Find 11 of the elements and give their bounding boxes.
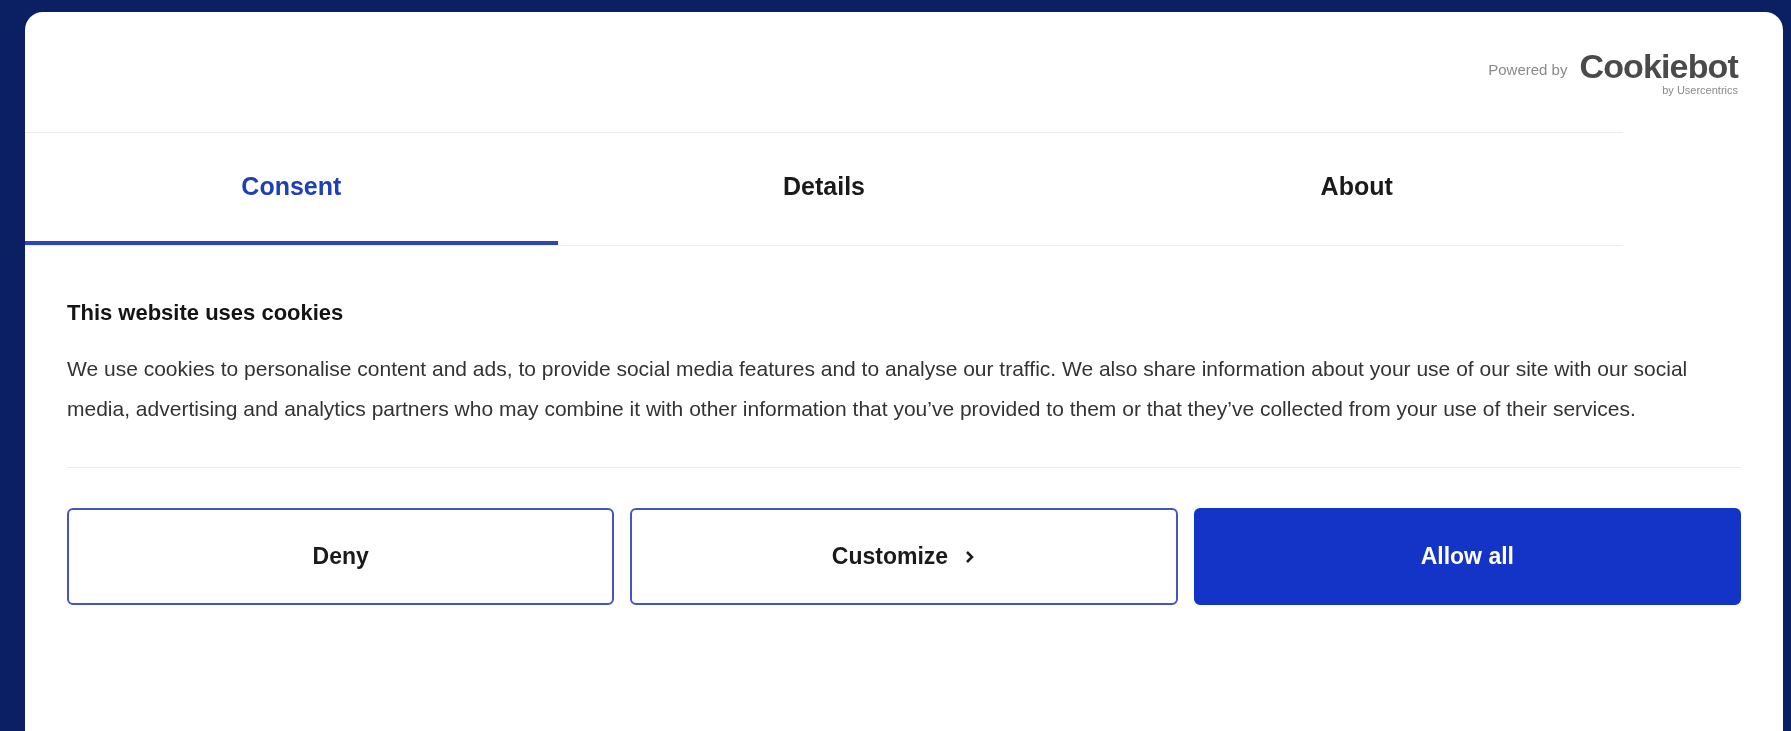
dialog-description: We use cookies to personalise content and ads, to provide social media features and to analyse our traffic. We also share information about your use of our site with our social media, advertising and analytics partners who may combine it with other information that you’ve provided to them or that they’ve collected from your use of their services. [67,356,1689,422]
tab[interactable]: About [1090,133,1623,245]
action-button[interactable]: Allow all [1193,508,1741,605]
action-button[interactable]: Customize [630,508,1178,605]
dialog-heading: This website uses cookies [67,299,345,327]
tab[interactable]: Consent [25,133,558,245]
tab[interactable]: Details [557,133,1091,245]
action-button[interactable]: Deny [67,508,615,605]
brand-logo-text: Cookiebot [1579,48,1738,83]
brand-subtitle: by Usercentrics [1662,84,1738,96]
powered-by-text: Powered by [1488,60,1568,80]
